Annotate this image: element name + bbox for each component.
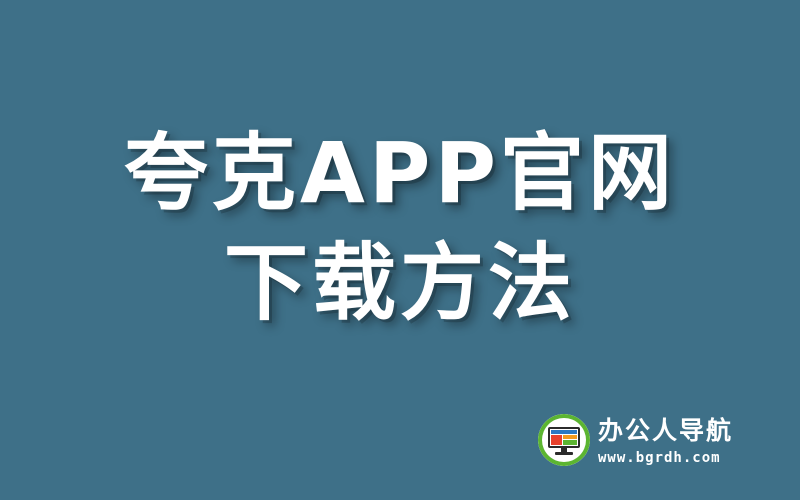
brand-watermark: 办公人导航 www.bgrdh.com	[538, 414, 788, 470]
brand-url: www.bgrdh.com	[598, 450, 721, 466]
headline: 夸克APP官网 下载方法	[0, 118, 800, 338]
headline-line-1: 夸克APP官网	[123, 124, 677, 222]
headline-line-2: 下载方法	[223, 234, 576, 332]
brand-name: 办公人导航	[598, 416, 734, 445]
monitor-logo-icon	[538, 414, 590, 466]
